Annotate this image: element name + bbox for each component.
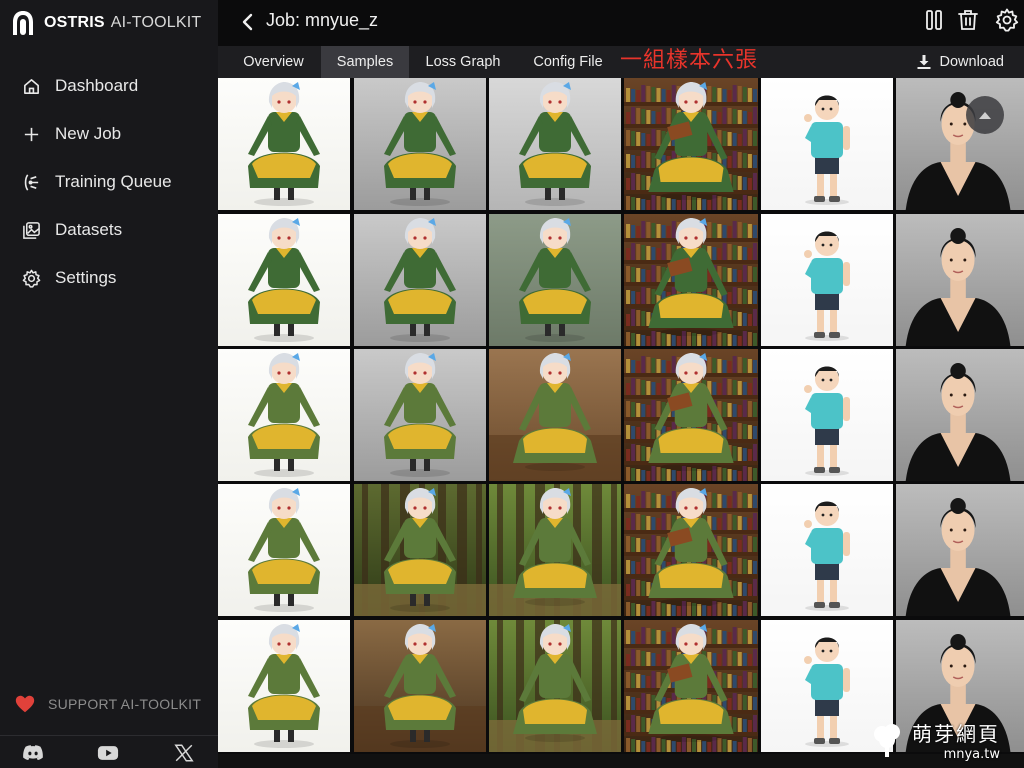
sample-image[interactable] [489,78,621,210]
discord-icon[interactable] [22,743,44,763]
sample-image[interactable] [218,484,350,616]
sample-image[interactable] [489,349,621,481]
sidebar-item-label: New Job [55,124,122,143]
sidebar: OSTRIS AI-TOOLKIT Dashboard New Job Trai… [0,0,218,768]
support-link[interactable]: SUPPORT AI-TOOLKIT [14,693,201,715]
download-button[interactable]: Download [916,46,1005,78]
tab-loss-graph[interactable]: Loss Graph [414,46,512,78]
sidebar-item-training-queue[interactable]: Training Queue [22,172,172,192]
sidebar-item-label: Training Queue [55,172,172,191]
sample-image[interactable] [624,349,758,481]
plus-icon [24,127,39,141]
sample-image[interactable] [896,349,1024,481]
brand[interactable]: OSTRIS AI-TOOLKIT [12,9,201,37]
sidebar-item-settings[interactable]: Settings [22,268,116,288]
gear-icon [22,269,41,288]
scroll-up-button[interactable] [966,96,1004,134]
watermark-url: mnya.tw [943,747,1000,762]
sample-image[interactable] [896,484,1024,616]
sample-image[interactable] [761,349,893,481]
sample-image[interactable] [218,214,350,346]
tab-bar: Overview Samples Loss Graph Config File … [218,46,1024,78]
sample-image[interactable] [218,620,350,752]
youtube-icon[interactable] [97,743,119,763]
brand-subtitle: AI-TOOLKIT [110,14,202,31]
sample-image[interactable] [354,620,486,752]
sample-image[interactable] [354,214,486,346]
tab-samples[interactable]: Samples [321,46,409,78]
sidebar-item-label: Dashboard [55,76,139,95]
annotation-text: 一組樣本六張 [620,48,759,73]
sample-image[interactable] [354,484,486,616]
sample-image[interactable] [624,214,758,346]
home-icon [24,78,39,94]
watermark-title: 萌芽網頁 [912,722,1000,746]
sample-image[interactable] [624,484,758,616]
sample-image[interactable] [354,349,486,481]
sample-image[interactable] [896,78,1024,210]
header: Job: mnyue_z [218,0,1024,44]
gear-icon[interactable] [995,8,1019,32]
images-icon [23,221,40,239]
support-label: SUPPORT AI-TOOLKIT [48,696,202,712]
sidebar-item-new-job[interactable]: New Job [22,124,121,144]
sample-image[interactable] [761,484,893,616]
sample-image[interactable] [218,78,350,210]
brand-name: OSTRIS [44,14,105,31]
sample-image[interactable] [489,484,621,616]
watermark: 萌芽網頁 mnya.tw [868,718,1000,762]
caret-up-icon [979,112,991,119]
divider [0,735,218,736]
sample-image[interactable] [489,620,621,752]
page-title: Job: mnyue_z [266,10,379,30]
sample-image[interactable] [489,214,621,346]
trash-icon[interactable] [956,8,980,32]
tree-icon [874,724,900,757]
tab-overview[interactable]: Overview [228,46,319,78]
queue-icon [24,173,39,191]
ostris-logo-icon [13,11,33,35]
x-icon[interactable] [173,743,195,763]
sample-image[interactable] [896,214,1024,346]
sample-image[interactable] [761,214,893,346]
sample-image[interactable] [624,78,758,210]
sidebar-item-label: Settings [55,268,117,287]
sidebar-item-datasets[interactable]: Datasets [22,220,122,240]
pause-icon[interactable] [922,8,946,32]
sample-image[interactable] [218,349,350,481]
sample-image[interactable] [761,78,893,210]
tab-config-file[interactable]: Config File [520,46,616,78]
sample-image[interactable] [354,78,486,210]
download-label: Download [939,54,1005,70]
chevron-left-icon[interactable] [238,11,258,33]
sample-image[interactable] [624,620,758,752]
sidebar-item-dashboard[interactable]: Dashboard [22,76,138,96]
heart-icon [15,695,35,713]
download-icon [917,55,930,69]
samples-grid [218,78,1024,754]
sidebar-item-label: Datasets [55,220,123,239]
